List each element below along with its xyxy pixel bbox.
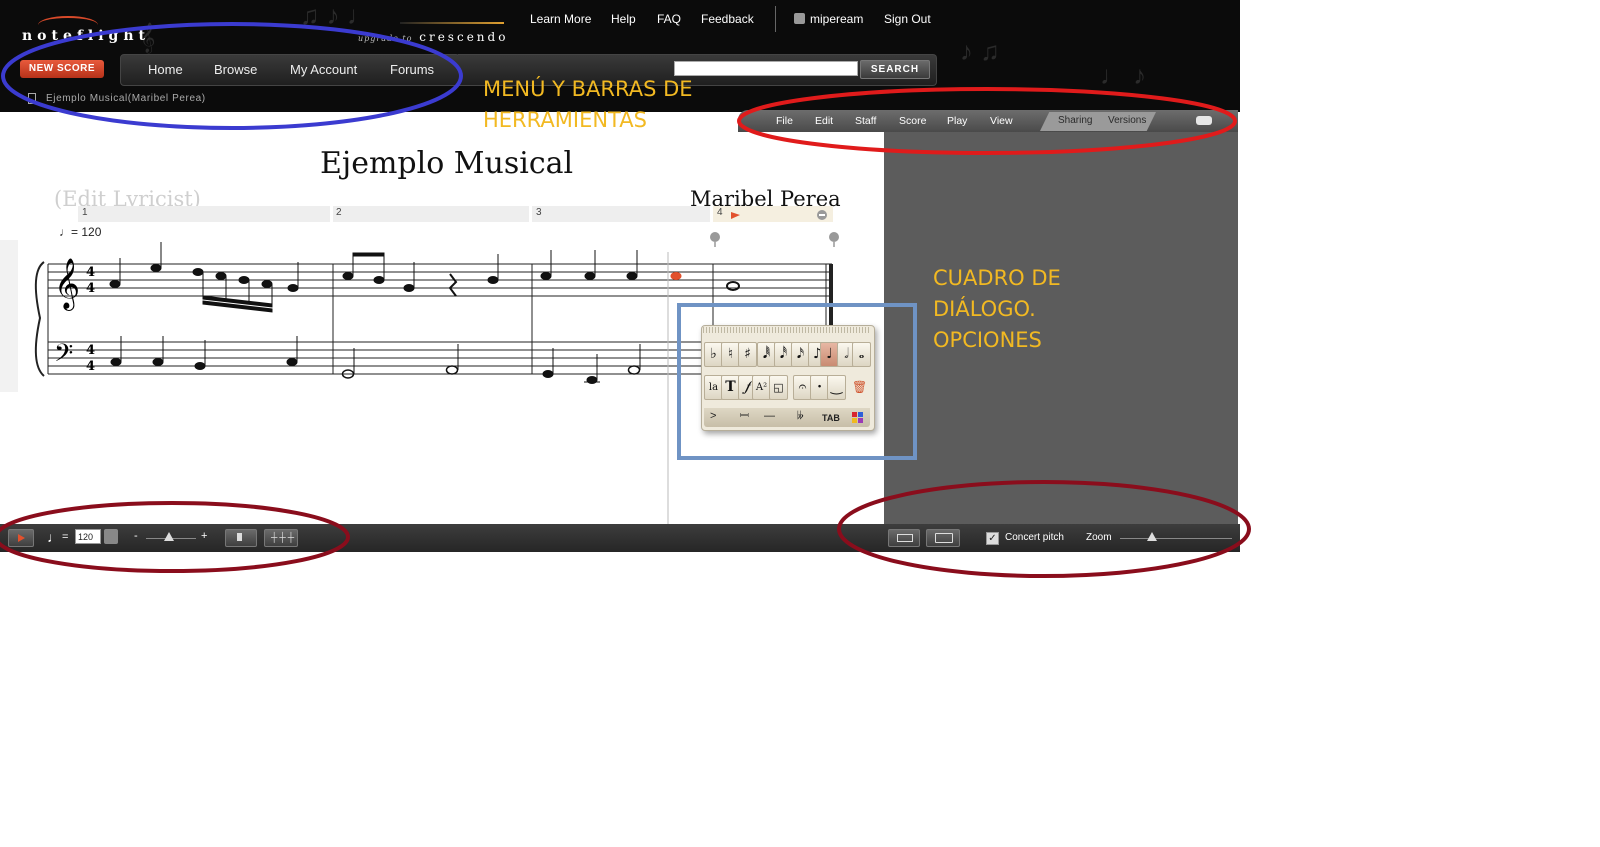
tab-versions[interactable]: Versions (1108, 115, 1146, 126)
menu-view[interactable]: View (990, 115, 1013, 127)
svg-text:4: 4 (86, 265, 95, 280)
zoom-slider-thumb[interactable] (1147, 532, 1157, 541)
whole-note-button[interactable]: 𝅝 (852, 342, 871, 367)
annotation-menu-label: MENÚ Y BARRAS DE HERRAMIENTAS (483, 74, 693, 136)
crescendo-swoosh-icon (400, 22, 504, 24)
tempo-stepper[interactable] (104, 529, 118, 544)
annotation-line: CUADRO DE (933, 266, 1061, 290)
tempo-input[interactable] (75, 529, 101, 544)
delete-trash-icon[interactable]: 🗑 (852, 380, 867, 394)
annotation-line: DIÁLOGO. (933, 297, 1036, 321)
document-title: Ejemplo Musical(Maribel Perea) (46, 93, 206, 104)
pin-icon[interactable] (829, 232, 839, 247)
svg-text:4: 4 (86, 281, 95, 296)
chat-bubble-icon[interactable] (1196, 116, 1212, 125)
book-view-button[interactable] (926, 529, 960, 547)
bass-notes[interactable] (110, 336, 641, 384)
tab-sharing[interactable]: Sharing (1058, 115, 1092, 126)
speaker-button[interactable] (225, 529, 257, 547)
crescendo-label: crescendo (419, 30, 509, 44)
slur-button[interactable]: — (764, 410, 775, 422)
concert-pitch-label: Concert pitch (1005, 532, 1064, 543)
mixer-icon: ┼┼┼ (271, 532, 297, 542)
sign-out-link[interactable]: Sign Out (884, 12, 931, 26)
search-button[interactable]: SEARCH (860, 60, 930, 79)
treble-clef-icon: 𝄞 (54, 258, 80, 311)
crescendo-prefix: upgrade to (358, 34, 413, 43)
nav-home[interactable]: Home (148, 62, 183, 77)
concert-pitch-checkbox[interactable]: ✓ (986, 532, 999, 545)
play-button[interactable] (8, 529, 34, 547)
play-icon (18, 534, 25, 542)
document-icon (28, 93, 36, 104)
tab-button[interactable]: TAB (822, 413, 840, 423)
tempo-equals: = (62, 531, 69, 543)
faq-link[interactable]: FAQ (657, 12, 681, 26)
bass-clef-icon: 𝄢 (54, 339, 73, 374)
learn-more-link[interactable]: Learn More (530, 12, 591, 26)
annotation-line: HERRAMIENTAS (483, 108, 647, 132)
double-flat-button[interactable]: 𝄫 (797, 410, 804, 423)
treble-staff[interactable] (48, 263, 832, 297)
staff-notation[interactable]: 𝄞 𝄢 44 44 (0, 112, 884, 524)
nav-browse[interactable]: Browse (214, 62, 257, 77)
tie-button[interactable]: ‿ (827, 375, 846, 400)
mixer-button[interactable]: ┼┼┼ (264, 529, 298, 547)
pin-icon[interactable] (710, 232, 720, 247)
nav-forums[interactable]: Forums (390, 62, 434, 77)
book-icon (935, 533, 953, 543)
svg-text:4: 4 (86, 359, 95, 374)
annotation-line: MENÚ Y BARRAS DE (483, 77, 693, 101)
keyboard-icon (897, 534, 913, 542)
feedback-link[interactable]: Feedback (701, 12, 754, 26)
keyboard-button[interactable] (888, 529, 920, 547)
volume-plus[interactable]: + (201, 530, 207, 542)
color-grid-icon[interactable] (852, 412, 863, 423)
noteflight-logo[interactable]: noteflight (22, 28, 150, 44)
header-divider (775, 6, 776, 32)
grand-staff-brace (34, 261, 45, 377)
volume-slider-thumb[interactable] (164, 532, 174, 541)
menu-play[interactable]: Play (947, 115, 967, 127)
accent-button[interactable]: > (710, 410, 716, 422)
playback-marker-icon[interactable] (731, 212, 740, 219)
menu-score[interactable]: Score (899, 115, 926, 127)
zoom-label: Zoom (1086, 532, 1112, 543)
treble-notes[interactable] (109, 242, 740, 313)
annotation-dialog-label: CUADRO DE DIÁLOGO. OPCIONES (933, 263, 1061, 356)
quarter-note-icon: ♩ (47, 529, 61, 545)
nav-my-account[interactable]: My Account (290, 62, 357, 77)
annotation-line: OPCIONES (933, 328, 1042, 352)
minus-glyph (819, 214, 825, 216)
palette-drag-handle[interactable] (703, 327, 871, 333)
crescendo-promo[interactable]: upgrade to crescendo (358, 30, 508, 44)
volume-minus[interactable]: - (134, 530, 138, 542)
new-score-button[interactable]: NEW SCORE (20, 60, 104, 78)
username-link[interactable]: mipeream (810, 12, 863, 26)
sharp-button[interactable]: ♯ (738, 342, 757, 367)
search-input[interactable] (674, 61, 858, 76)
speaker-icon (237, 533, 242, 541)
palette-bottom-row (704, 408, 870, 427)
svg-text:4: 4 (86, 343, 95, 358)
annotation-button[interactable]: ◱ (769, 375, 788, 400)
help-link[interactable]: Help (611, 12, 636, 26)
marcato-button[interactable]: 𝄩 (740, 410, 749, 423)
zoom-slider-track[interactable] (1120, 538, 1232, 539)
user-icon (794, 13, 805, 24)
time-signature: 44 44 (86, 265, 95, 374)
